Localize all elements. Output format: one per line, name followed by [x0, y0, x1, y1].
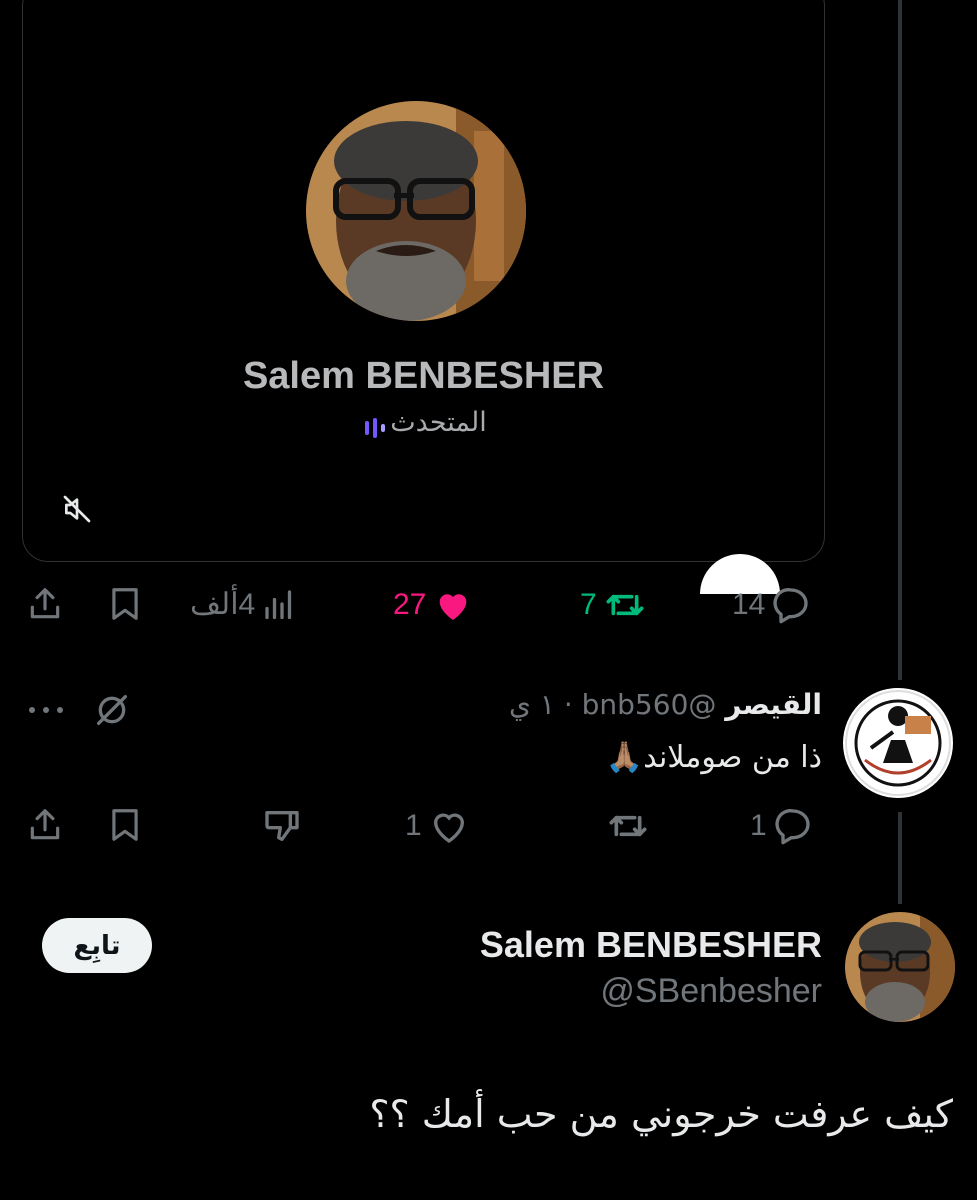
speaking-bars-icon: [364, 414, 390, 438]
grok-button[interactable]: [92, 690, 132, 734]
space-media-card[interactable]: Salem BENBESHER المتحدث: [22, 0, 825, 562]
reply-reply-count: 1: [750, 809, 767, 842]
reply-repost-button[interactable]: [606, 806, 650, 846]
reply-dislike-button[interactable]: [262, 806, 302, 846]
speaker-role: المتحدث: [23, 407, 824, 438]
speaker-role-label: المتحدث: [390, 407, 487, 438]
share-icon: [30, 588, 60, 619]
reply-text-body: ذا من صوملاند: [643, 740, 822, 775]
reply-author-name[interactable]: القيصر: [725, 688, 822, 721]
bookmark-icon: [112, 588, 138, 620]
grok-icon: [97, 695, 128, 725]
views-icon: [265, 590, 292, 620]
reply-header: القيصر @bnb560 · ١ ي: [509, 688, 822, 721]
pray-emoji: 🙏🏽: [605, 740, 644, 775]
reply-separator: ·: [563, 688, 573, 721]
reply-icon: [773, 588, 808, 624]
views-button[interactable]: 4ألف: [190, 585, 297, 623]
focused-author-handle[interactable]: @SBenbesher: [600, 972, 822, 1011]
repost-icon: [606, 594, 644, 616]
reply-time[interactable]: ١ ي: [509, 688, 555, 721]
more-button[interactable]: [26, 702, 66, 721]
focused-author-avatar[interactable]: [845, 912, 955, 1022]
repost-icon: [609, 815, 647, 837]
views-count: 4ألف: [190, 587, 256, 621]
reply-button[interactable]: 14: [732, 585, 811, 625]
reply-count: 14: [732, 588, 766, 621]
share-icon: [30, 809, 60, 840]
speaker-name: Salem BENBESHER: [242, 355, 605, 397]
reply-reply-button[interactable]: 1: [750, 806, 813, 846]
reply-text: ذا من صوملاند🙏🏽: [606, 740, 822, 775]
reply-like-count: 1: [405, 809, 422, 842]
thread-line-bottom: [898, 812, 902, 904]
heart-icon: [433, 813, 464, 843]
like-count: 27: [393, 588, 427, 621]
reply-bookmark-button[interactable]: [106, 806, 144, 844]
mute-icon[interactable]: [61, 493, 93, 525]
reply-icon: [775, 809, 810, 845]
reply-share-button[interactable]: [26, 806, 64, 844]
repost-button[interactable]: 7: [580, 585, 647, 625]
reply-like-button[interactable]: 1: [405, 806, 470, 846]
reply-handle[interactable]: @bnb560: [582, 688, 717, 721]
bookmark-icon: [112, 809, 138, 841]
reply-avatar[interactable]: [843, 688, 953, 798]
heart-icon: [440, 594, 467, 620]
share-button[interactable]: [26, 585, 64, 623]
thread-line-top: [898, 0, 902, 680]
follow-button[interactable]: تابِع: [42, 918, 152, 973]
focused-post-text: كيف عرفت خرجوني من حب أمك ؟؟: [369, 1092, 953, 1136]
dislike-icon: [265, 811, 299, 841]
focused-author-name[interactable]: Salem BENBESHER: [480, 924, 822, 966]
speaker-avatar: [306, 101, 526, 321]
like-button[interactable]: 27: [393, 585, 474, 625]
repost-count: 7: [580, 588, 597, 621]
bookmark-button[interactable]: [106, 585, 144, 623]
more-icon: [29, 707, 63, 713]
